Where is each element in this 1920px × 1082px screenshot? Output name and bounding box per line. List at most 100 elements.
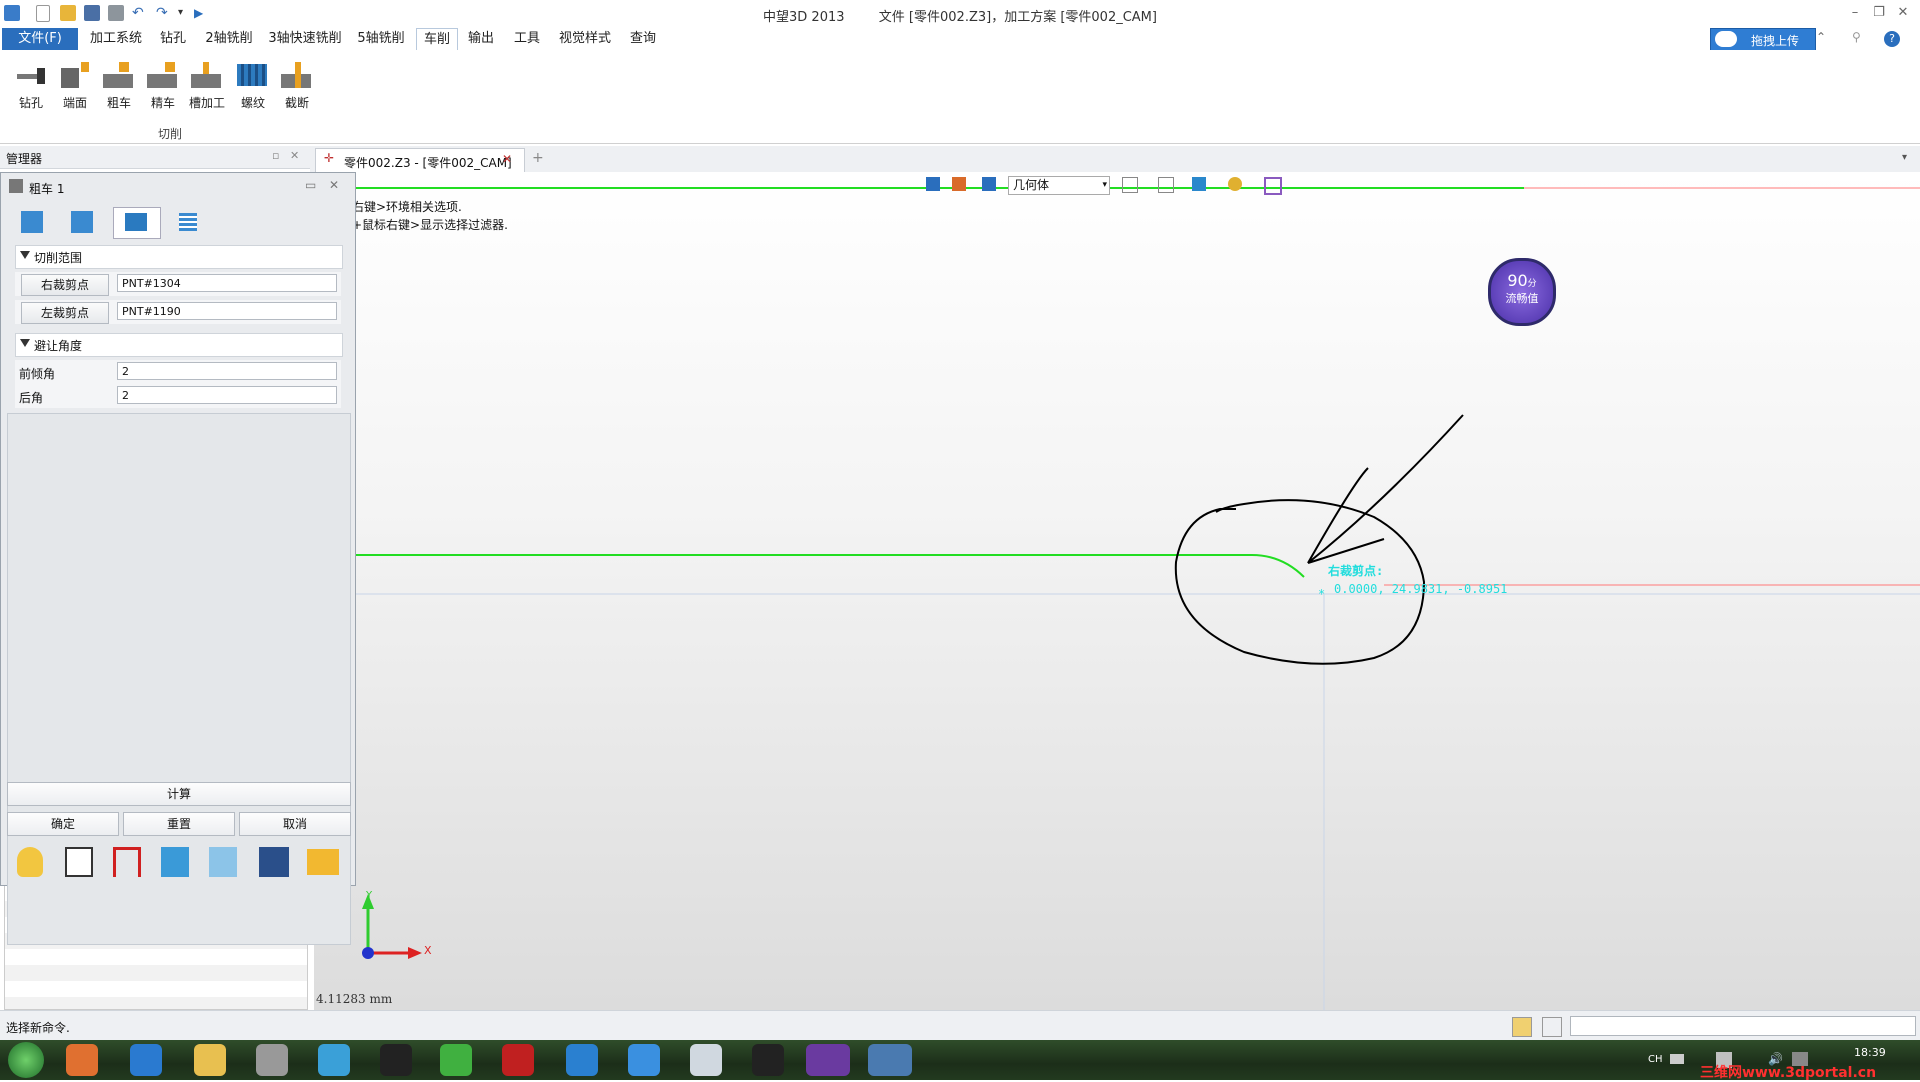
verify-icon[interactable]: [209, 847, 237, 877]
collapse-triangle-icon: [20, 339, 30, 347]
panel-close-icon[interactable]: ✕: [329, 178, 339, 192]
simulate-icon[interactable]: [161, 847, 189, 877]
game-icon[interactable]: [806, 1044, 850, 1076]
menu-drilling[interactable]: 钻孔: [152, 28, 194, 50]
panel-comment-icon[interactable]: ▭: [305, 178, 316, 192]
restore-button[interactable]: ❐: [1866, 3, 1892, 23]
qq-penguin-icon[interactable]: [380, 1044, 412, 1076]
qq-browser-icon[interactable]: [318, 1044, 350, 1076]
hand-drawn-arrow: [1307, 414, 1464, 564]
screenshot-tool-icon[interactable]: [690, 1044, 722, 1076]
axis-x-label: X: [424, 944, 432, 957]
menu-2axis-milling[interactable]: 2轴铣削: [200, 28, 258, 50]
filter-icon[interactable]: [982, 177, 996, 191]
toolpath-icon[interactable]: [113, 847, 141, 877]
menu-output[interactable]: 输出: [464, 28, 498, 50]
exit-icon[interactable]: [926, 177, 940, 191]
tab-document[interactable]: ✛ 零件002.Z3 - [零件002_CAM] ✕: [315, 148, 525, 173]
edit-note-icon[interactable]: [65, 847, 93, 877]
menu-query[interactable]: 查询: [624, 28, 662, 50]
search-icon[interactable]: ⚲: [1852, 30, 1861, 44]
row-front-angle: 前倾角 2: [15, 360, 341, 384]
clock-time[interactable]: 18:39: [1854, 1046, 1886, 1059]
drill-button[interactable]: 钻孔: [10, 56, 52, 116]
status-mode-icon[interactable]: [1512, 1017, 1532, 1037]
compute-button[interactable]: 计算: [7, 782, 351, 806]
minimize-button[interactable]: –: [1842, 3, 1868, 23]
qq-chat-icon[interactable]: [752, 1044, 784, 1076]
threading-button[interactable]: 螺纹: [232, 56, 274, 116]
right-clip-input[interactable]: PNT#1304: [117, 274, 337, 292]
section-icon[interactable]: [1264, 177, 1282, 195]
tab-close-icon[interactable]: ✕: [502, 152, 512, 166]
lightbulb-icon[interactable]: [17, 847, 43, 877]
filter-value: 几何体: [1013, 178, 1050, 192]
left-clip-button[interactable]: 左裁剪点: [21, 302, 109, 324]
manager-close-icon[interactable]: ✕: [290, 149, 299, 162]
menu-visual-style[interactable]: 视觉样式: [556, 28, 614, 50]
language-indicator[interactable]: CH: [1648, 1054, 1663, 1065]
parting-button[interactable]: 截断: [276, 56, 318, 116]
status-list-icon[interactable]: [1542, 1017, 1562, 1037]
collapse-ribbon-icon[interactable]: ⌃: [1816, 30, 1826, 44]
section-avoid-angle[interactable]: 避让角度: [15, 333, 343, 357]
finish-turning-button[interactable]: 精车: [142, 56, 184, 116]
menu-tools[interactable]: 工具: [510, 28, 544, 50]
3d-viewport[interactable]: * 几何体 ▾ 右键>环境相关选项. +鼠标右键>显示选择过滤器. 90分 流畅…: [314, 172, 1920, 1010]
facing-button[interactable]: 端面: [54, 56, 96, 116]
tab-list-icon[interactable]: ▾: [1902, 152, 1907, 163]
menu-3axis-fast-milling[interactable]: 3轴快速铣削: [266, 28, 344, 50]
right-clip-button[interactable]: 右裁剪点: [21, 274, 109, 296]
video-player-icon[interactable]: [502, 1044, 534, 1076]
command-input[interactable]: [1570, 1016, 1916, 1036]
section-cut-range[interactable]: 切削范围: [15, 245, 343, 269]
collapse-triangle-icon: [20, 251, 30, 259]
left-clip-input[interactable]: PNT#1190: [117, 302, 337, 320]
view-cube-icon[interactable]: [1122, 177, 1138, 193]
menu-machining-system[interactable]: 加工系统: [86, 28, 146, 50]
menu-5axis-milling[interactable]: 5轴铣削: [352, 28, 410, 50]
drill-label: 钻孔: [18, 96, 43, 110]
tab-settings-icon[interactable]: [179, 213, 197, 231]
file-explorer-icon[interactable]: [194, 1044, 226, 1076]
panel-icon: [9, 179, 23, 193]
filter-select[interactable]: 几何体 ▾: [1008, 176, 1110, 195]
fluency-score-badge[interactable]: 90分 流畅值: [1488, 258, 1556, 326]
close-button[interactable]: ✕: [1890, 3, 1916, 23]
row-back-angle: 后角 2: [15, 384, 341, 408]
baidu-cloud-icon[interactable]: [628, 1044, 660, 1076]
start-button-icon[interactable]: [8, 1042, 44, 1078]
photo-app-icon[interactable]: [66, 1044, 98, 1076]
shaded-cube-icon[interactable]: [1192, 177, 1206, 191]
pin-icon[interactable]: ▫: [272, 149, 279, 162]
viewport-toolbar: 几何体 ▾: [926, 174, 1326, 196]
upload-button[interactable]: 拖拽上传: [1710, 28, 1816, 52]
back-angle-input[interactable]: 2: [117, 386, 337, 404]
save-floppy-icon[interactable]: [259, 847, 289, 877]
rough-turning-icon: [103, 60, 135, 92]
grooving-button[interactable]: 槽加工: [186, 56, 228, 116]
front-angle-input[interactable]: 2: [117, 362, 337, 380]
reset-button[interactable]: 重置: [123, 812, 235, 836]
tab-tool-icon[interactable]: [71, 211, 93, 233]
grooving-label: 槽加工: [188, 96, 225, 110]
view-orient-icon[interactable]: [1158, 177, 1174, 193]
media-player-icon[interactable]: [256, 1044, 288, 1076]
add-tab-icon[interactable]: +: [532, 150, 544, 166]
keyboard-icon[interactable]: [1670, 1054, 1684, 1064]
load-folder-icon[interactable]: [307, 849, 339, 875]
menu-file[interactable]: 文件(F): [2, 28, 78, 50]
ie-browser-icon[interactable]: [130, 1044, 162, 1076]
tab-feature-icon[interactable]: [21, 211, 43, 233]
cloud-drive-icon[interactable]: [566, 1044, 598, 1076]
tab-parameters-icon[interactable]: [113, 207, 161, 239]
menu-turning[interactable]: 车削: [416, 28, 458, 51]
360-icon[interactable]: [440, 1044, 472, 1076]
cancel-button[interactable]: 取消: [239, 812, 351, 836]
ok-button[interactable]: 确定: [7, 812, 119, 836]
pen-icon[interactable]: [952, 177, 966, 191]
help-icon[interactable]: ?: [1884, 31, 1900, 47]
zw3d-app-icon[interactable]: [868, 1044, 912, 1076]
rough-turning-button[interactable]: 粗车: [98, 56, 140, 116]
render-icon[interactable]: [1228, 177, 1242, 191]
